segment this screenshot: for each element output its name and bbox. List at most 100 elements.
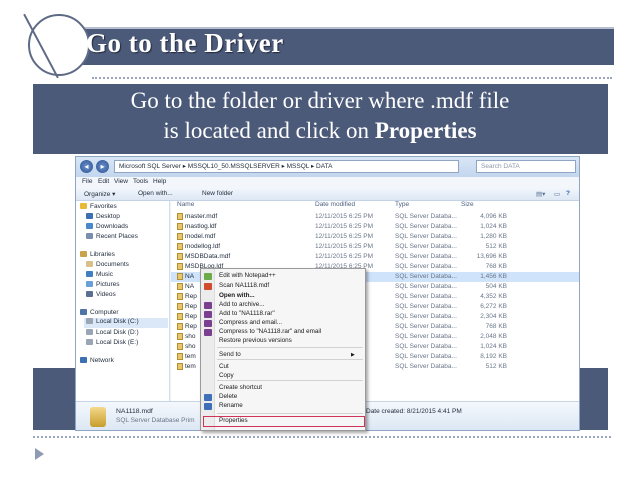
file-icon bbox=[177, 293, 183, 300]
status-file-name: NA1118.mdf bbox=[116, 408, 153, 415]
nav-local-disk-d[interactable]: Local Disk (D:) bbox=[86, 329, 139, 336]
nav-label: Documents bbox=[96, 261, 129, 268]
archive-icon bbox=[204, 320, 212, 327]
forward-arrow-icon[interactable]: ▸ bbox=[96, 160, 109, 173]
new-folder-button[interactable]: New folder bbox=[202, 190, 233, 197]
file-size: 13,696 KB bbox=[476, 253, 507, 260]
file-type: SQL Server Databa... bbox=[395, 343, 457, 350]
context-menu-item-compress-and-email[interactable]: Compress and email... bbox=[219, 319, 282, 326]
file-name: Rep bbox=[177, 323, 197, 330]
context-menu-item-cut[interactable]: Cut bbox=[219, 363, 229, 370]
search-input[interactable]: Search DATA bbox=[476, 160, 576, 173]
nav-local-disk-e[interactable]: Local Disk (E:) bbox=[86, 339, 138, 346]
file-row[interactable]: model.mdf 12/11/2015 6:25 PM SQL Server Da… bbox=[171, 232, 579, 242]
back-arrow-icon[interactable]: ◂ bbox=[80, 160, 93, 173]
file-size: 2,048 KB bbox=[480, 333, 507, 340]
menu-tools[interactable]: Tools bbox=[133, 178, 148, 185]
preview-pane-icon[interactable]: ▭ bbox=[554, 190, 560, 198]
nav-local-disk-c[interactable]: Local Disk (C:) bbox=[84, 318, 168, 328]
file-name-text: tem bbox=[185, 363, 196, 371]
file-name-text: Rep bbox=[185, 313, 197, 321]
nav-label: Computer bbox=[90, 309, 119, 316]
column-header-name[interactable]: Name bbox=[177, 201, 194, 211]
menu-edit[interactable]: Edit bbox=[98, 178, 109, 185]
file-name: tem bbox=[177, 363, 196, 370]
open-with-button[interactable]: Open with... bbox=[138, 190, 173, 197]
context-menu: Edit with Notepad++ Scan NA1118.mdf Open w… bbox=[200, 268, 366, 431]
drive-icon bbox=[86, 329, 93, 336]
nav-pictures[interactable]: Pictures bbox=[86, 281, 119, 288]
context-menu-item-restore-previous-versions[interactable]: Restore previous versions bbox=[219, 337, 292, 344]
context-menu-item-add-to-archive[interactable]: Add to archive... bbox=[219, 301, 265, 308]
file-name-text: model.mdf bbox=[185, 233, 216, 241]
nav-label: Local Disk (D:) bbox=[96, 329, 139, 336]
column-header-size[interactable]: Size bbox=[461, 201, 474, 211]
archive-icon bbox=[204, 302, 212, 309]
toolbar: Organize ▾ Open with... New folder ▤▾ ▭ … bbox=[76, 188, 579, 201]
file-name: NA bbox=[177, 273, 194, 280]
column-header-type[interactable]: Type bbox=[395, 201, 409, 211]
slide-title: Go to the Driver bbox=[86, 28, 284, 58]
rename-icon bbox=[204, 403, 212, 410]
context-menu-item-delete[interactable]: Delete bbox=[219, 393, 237, 400]
file-date: 12/11/2015 6:25 PM bbox=[315, 213, 374, 220]
breadcrumb: Microsoft SQL Server ▸ MSSQL10_50.MSSQLS… bbox=[119, 163, 333, 170]
context-menu-item-create-shortcut[interactable]: Create shortcut bbox=[219, 384, 262, 391]
menu-help[interactable]: Help bbox=[153, 178, 166, 185]
file-type: SQL Server Databa... bbox=[395, 253, 457, 260]
file-name: mastlog.ldf bbox=[177, 223, 216, 230]
file-type: SQL Server Databa... bbox=[395, 293, 457, 300]
context-menu-item-compress-to-na1118-rar-and-email[interactable]: Compress to "NA1118.rar" and email bbox=[219, 328, 321, 335]
context-menu-item-add-to-na1118-rar[interactable]: Add to "NA1118.rar" bbox=[219, 310, 275, 317]
nav-documents[interactable]: Documents bbox=[86, 261, 129, 268]
network-icon bbox=[80, 357, 87, 364]
address-bar[interactable]: Microsoft SQL Server ▸ MSSQL10_50.MSSQLS… bbox=[114, 160, 459, 173]
help-icon[interactable]: ? bbox=[566, 190, 570, 197]
file-size: 4,096 KB bbox=[480, 213, 507, 220]
nav-music[interactable]: Music bbox=[86, 271, 113, 278]
nav-recent-places[interactable]: Recent Places bbox=[86, 233, 138, 240]
view-options-icon[interactable]: ▤▾ bbox=[536, 190, 545, 198]
file-name-text: master.mdf bbox=[185, 213, 218, 221]
context-menu-item-copy[interactable]: Copy bbox=[219, 372, 234, 379]
file-size: 768 KB bbox=[485, 263, 507, 270]
context-menu-item-edit-with-notepad[interactable]: Edit with Notepad++ bbox=[219, 272, 276, 279]
nav-network[interactable]: Network bbox=[80, 357, 114, 364]
organize-button[interactable]: Organize ▾ bbox=[84, 190, 115, 198]
file-row[interactable]: master.mdf 12/11/2015 6:25 PM SQL Server D… bbox=[171, 212, 579, 222]
file-name-text: mastlog.ldf bbox=[185, 223, 217, 231]
file-type: SQL Server Databa... bbox=[395, 243, 457, 250]
file-name-text: tem bbox=[185, 353, 196, 361]
star-icon bbox=[80, 203, 87, 210]
file-size: 8,192 KB bbox=[480, 353, 507, 360]
file-type: SQL Server Databa... bbox=[395, 303, 457, 310]
context-menu-separator bbox=[217, 347, 363, 348]
file-icon bbox=[177, 243, 183, 250]
context-menu-item-scan-na1118-mdf[interactable]: Scan NA1118.mdf bbox=[219, 282, 269, 289]
bullet-arrow-icon bbox=[35, 448, 44, 460]
file-row[interactable]: mastlog.ldf 12/11/2015 6:25 PM SQL Server … bbox=[171, 222, 579, 232]
nav-desktop[interactable]: Desktop bbox=[86, 213, 120, 220]
nav-videos[interactable]: Videos bbox=[86, 291, 116, 298]
nav-downloads[interactable]: Downloads bbox=[86, 223, 128, 230]
file-row[interactable]: MSDBData.mdf 12/11/2015 6:25 PM SQL Server… bbox=[171, 252, 579, 262]
context-menu-item-rename[interactable]: Rename bbox=[219, 402, 243, 409]
context-menu-separator bbox=[217, 359, 363, 360]
nav-favorites[interactable]: Favorites bbox=[80, 203, 117, 210]
nav-libraries[interactable]: Libraries bbox=[80, 251, 115, 258]
videos-icon bbox=[86, 291, 93, 298]
context-menu-item-open-with[interactable]: Open with... bbox=[219, 292, 255, 299]
music-icon bbox=[86, 271, 93, 278]
file-name: Rep bbox=[177, 303, 197, 310]
menu-view[interactable]: View bbox=[114, 178, 128, 185]
column-header-date[interactable]: Date modified bbox=[315, 201, 355, 211]
nav-computer[interactable]: Computer bbox=[80, 309, 119, 316]
context-menu-item-send-to[interactable]: Send to bbox=[219, 351, 241, 358]
menu-file[interactable]: File bbox=[82, 178, 92, 185]
file-type: SQL Server Databa... bbox=[395, 323, 457, 330]
file-name-text: MSDBData.mdf bbox=[185, 253, 231, 261]
nav-label: Recent Places bbox=[96, 233, 138, 240]
file-name: sho bbox=[177, 343, 195, 350]
archive-icon bbox=[204, 329, 212, 336]
file-row[interactable]: modellog.ldf 12/11/2015 6:25 PM SQL Server… bbox=[171, 242, 579, 252]
